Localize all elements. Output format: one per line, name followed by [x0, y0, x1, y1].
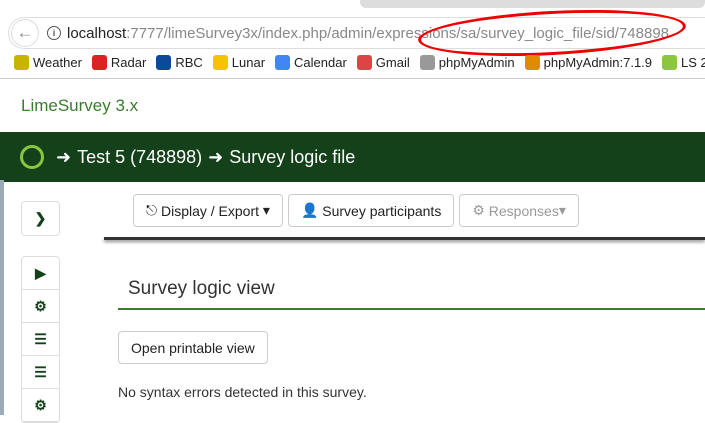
bookmark-icon: [662, 55, 678, 70]
breadcrumb-page: Survey logic file: [229, 146, 356, 167]
chevron-right-icon[interactable]: ❯: [22, 202, 59, 235]
divider: [0, 78, 705, 79]
bookmark-item[interactable]: Gmail: [356, 55, 410, 70]
bookmark-item[interactable]: Weather: [14, 55, 82, 70]
display-export-label: Display / Export: [160, 202, 260, 219]
bookmark-label: Gmail: [375, 55, 410, 70]
cogs-icon[interactable]: ⚙: [22, 389, 59, 422]
bookmark-item[interactable]: phpMyAdmin: [419, 55, 515, 70]
toolbar-divider: [104, 237, 705, 240]
bookmark-label: Calendar: [294, 55, 347, 70]
breadcrumb-survey[interactable]: Test 5 (748898): [77, 147, 202, 168]
display-export-button[interactable]: ⎋ Display / Export ▾: [133, 194, 283, 227]
play-icon[interactable]: ▶: [22, 257, 59, 290]
bookmark-icon: [212, 55, 228, 70]
bookmark-item[interactable]: phpMyAdmin:7.1.9: [524, 55, 653, 70]
limesurvey-logo-icon[interactable]: [20, 145, 44, 169]
bookmark-icon: [91, 55, 107, 70]
bookmarks-bar: Weather Radar RBC Lunar Calendar Gmail phpMyAd…: [14, 55, 705, 70]
participants-label: Survey participants: [322, 202, 442, 219]
brand-link[interactable]: LimeSurvey 3.x: [21, 96, 138, 116]
bookmark-icon: [14, 55, 29, 70]
bookmark-item[interactable]: Radar: [91, 55, 147, 70]
gear-icon[interactable]: ⚙: [22, 290, 59, 323]
url-host: localhost: [67, 24, 127, 42]
list-alt-icon[interactable]: ☰: [22, 356, 59, 389]
bookmark-icon: [524, 55, 540, 70]
bookmark-item[interactable]: Lunar: [212, 55, 266, 70]
back-arrow-icon[interactable]: ←: [11, 19, 39, 47]
bookmark-icon: [156, 55, 172, 70]
arrow-right-icon: ➜: [56, 146, 72, 167]
quick-menu: ▶ ⚙ ☰ ☰ ⚙: [21, 256, 60, 423]
bookmark-label: phpMyAdmin:7.1.9: [543, 55, 653, 70]
responses-label: Responses: [488, 202, 559, 219]
bookmark-label: LS 206: [681, 55, 705, 70]
title-bar: ➜ Test 5 (748898) ➜ Survey logic file: [0, 132, 705, 182]
open-printable-view-button[interactable]: Open printable view: [118, 331, 268, 364]
bookmark-item[interactable]: Calendar: [275, 55, 347, 70]
bookmark-item[interactable]: LS 206: [662, 55, 705, 70]
page-title: Survey logic view: [118, 278, 705, 310]
bookmark-label: Weather: [33, 55, 82, 70]
bookmark-label: Radar: [110, 55, 147, 70]
status-message: No syntax errors detected in this survey…: [118, 384, 367, 400]
window-edge: [0, 180, 4, 415]
bookmark-icon: [275, 55, 291, 70]
responses-button[interactable]: ⚙ Responses ▾: [459, 194, 579, 227]
bookmark-icon: [419, 55, 435, 70]
list-icon[interactable]: ☰: [22, 323, 59, 356]
sidebar-toggle[interactable]: ❯: [21, 201, 60, 236]
bookmark-label: phpMyAdmin: [438, 55, 515, 70]
info-icon[interactable]: i: [47, 26, 61, 40]
toolbar: ⎋ Display / Export ▾ 👤 Survey participan…: [133, 194, 579, 227]
bookmark-label: Lunar: [231, 55, 266, 70]
arrow-right-icon: ➜: [208, 146, 224, 167]
survey-participants-button[interactable]: 👤 Survey participants: [287, 194, 455, 227]
bookmark-label: RBC: [175, 55, 203, 70]
export-icon: ⎋: [146, 202, 161, 218]
user-icon: 👤: [300, 202, 319, 218]
bookmark-icon: [356, 55, 372, 70]
responses-icon: ⚙: [472, 202, 489, 218]
bookmark-item[interactable]: RBC: [156, 55, 203, 70]
